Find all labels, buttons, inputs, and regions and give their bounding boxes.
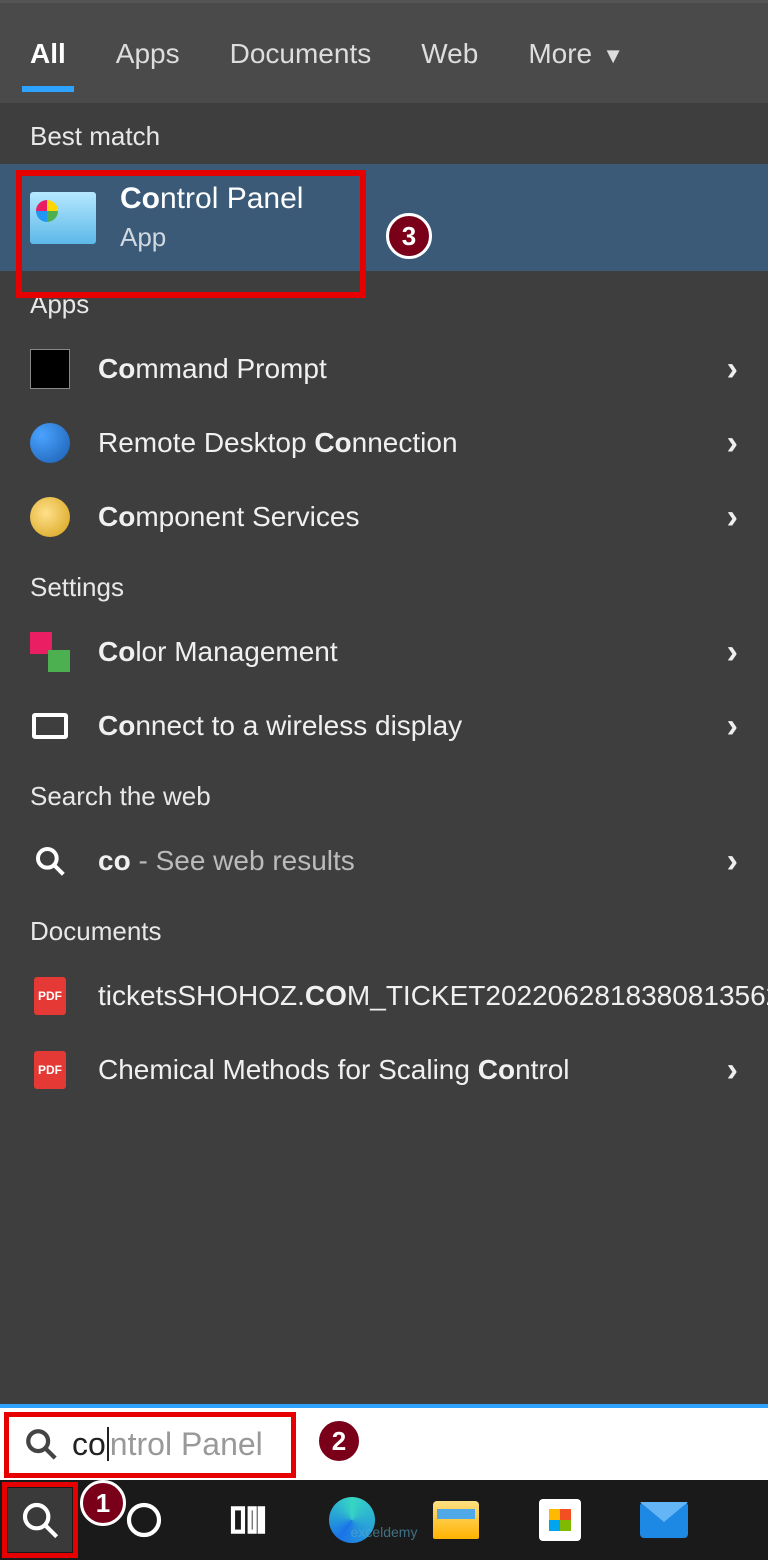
watermark: exceldemy — [351, 1524, 418, 1540]
section-settings: Settings — [0, 554, 768, 615]
step-badge-3: 3 — [386, 213, 432, 259]
result-label: ticketsSHOHOZ.COM_TICKET2022062818380813… — [98, 977, 768, 1015]
tab-more[interactable]: More ▼ — [528, 38, 624, 90]
pdf-icon: PDF — [30, 1050, 70, 1090]
result-label: Remote Desktop Connection — [98, 424, 699, 462]
taskbar-explorer-button[interactable] — [424, 1488, 488, 1552]
best-match-result[interactable]: Control Panel App — [0, 164, 768, 271]
chevron-right-icon[interactable]: › — [727, 707, 738, 746]
step-badge-1: 1 — [80, 1480, 126, 1526]
mail-icon — [640, 1502, 688, 1538]
task-view-icon — [228, 1500, 268, 1540]
taskbar-store-button[interactable] — [528, 1488, 592, 1552]
tab-all[interactable]: All — [30, 38, 66, 90]
result-command-prompt[interactable]: Command Prompt › — [0, 332, 768, 406]
tab-web[interactable]: Web — [421, 38, 478, 90]
chevron-right-icon[interactable]: › — [727, 1051, 738, 1090]
taskbar-task-view-button[interactable] — [216, 1488, 280, 1552]
chevron-right-icon[interactable]: › — [727, 842, 738, 881]
folder-icon — [433, 1501, 479, 1539]
search-icon — [30, 841, 70, 881]
store-icon — [539, 1499, 581, 1541]
result-web-search[interactable]: co - See web results › — [0, 824, 768, 898]
display-icon — [30, 706, 70, 746]
component-icon — [30, 497, 70, 537]
cmd-icon — [30, 349, 70, 389]
circle-icon — [124, 1500, 164, 1540]
result-component-services[interactable]: Component Services › — [0, 480, 768, 554]
taskbar-mail-button[interactable] — [632, 1488, 696, 1552]
rdc-icon — [30, 423, 70, 463]
tab-apps[interactable]: Apps — [116, 38, 180, 90]
result-label: Color Management — [98, 633, 699, 671]
best-match-subtitle: App — [120, 222, 303, 253]
chevron-right-icon[interactable]: › — [727, 350, 738, 389]
pdf-icon: PDF — [30, 976, 70, 1016]
chevron-right-icon[interactable]: › — [727, 424, 738, 463]
search-filter-tabs: All Apps Documents Web More ▼ — [0, 3, 768, 103]
search-input-bar[interactable]: control Panel — [0, 1404, 768, 1480]
result-color-management[interactable]: Color Management › — [0, 615, 768, 689]
section-best-match: Best match — [0, 103, 768, 164]
annotation-box-1 — [2, 1482, 78, 1558]
chevron-down-icon: ▼ — [596, 43, 624, 68]
result-doc-tickets[interactable]: PDF ticketsSHOHOZ.COM_TICKET202206281838… — [0, 959, 768, 1033]
section-web: Search the web — [0, 763, 768, 824]
step-badge-2: 2 — [316, 1418, 362, 1464]
result-label: Component Services — [98, 498, 699, 536]
result-remote-desktop[interactable]: Remote Desktop Connection › — [0, 406, 768, 480]
section-apps: Apps — [0, 271, 768, 332]
taskbar-search-button[interactable] — [8, 1488, 72, 1552]
search-autocomplete: ntrol Panel — [110, 1426, 263, 1463]
tab-documents[interactable]: Documents — [230, 38, 372, 90]
chevron-right-icon[interactable]: › — [727, 633, 738, 672]
result-label: Command Prompt — [98, 350, 699, 388]
best-match-title: Control Panel — [120, 182, 303, 216]
result-label: Chemical Methods for Scaling Control — [98, 1051, 699, 1089]
result-label: co - See web results — [98, 842, 699, 880]
section-documents: Documents — [0, 898, 768, 959]
result-doc-chemical[interactable]: PDF Chemical Methods for Scaling Control… — [0, 1033, 768, 1107]
result-label: Connect to a wireless display — [98, 707, 699, 745]
text-cursor — [107, 1427, 109, 1461]
taskbar-edge-button[interactable] — [320, 1488, 384, 1552]
control-panel-icon — [30, 192, 96, 244]
result-wireless-display[interactable]: Connect to a wireless display › — [0, 689, 768, 763]
color-icon — [30, 632, 70, 672]
chevron-right-icon[interactable]: › — [727, 498, 738, 537]
search-typed-text: co — [72, 1426, 106, 1463]
search-icon — [24, 1427, 58, 1461]
